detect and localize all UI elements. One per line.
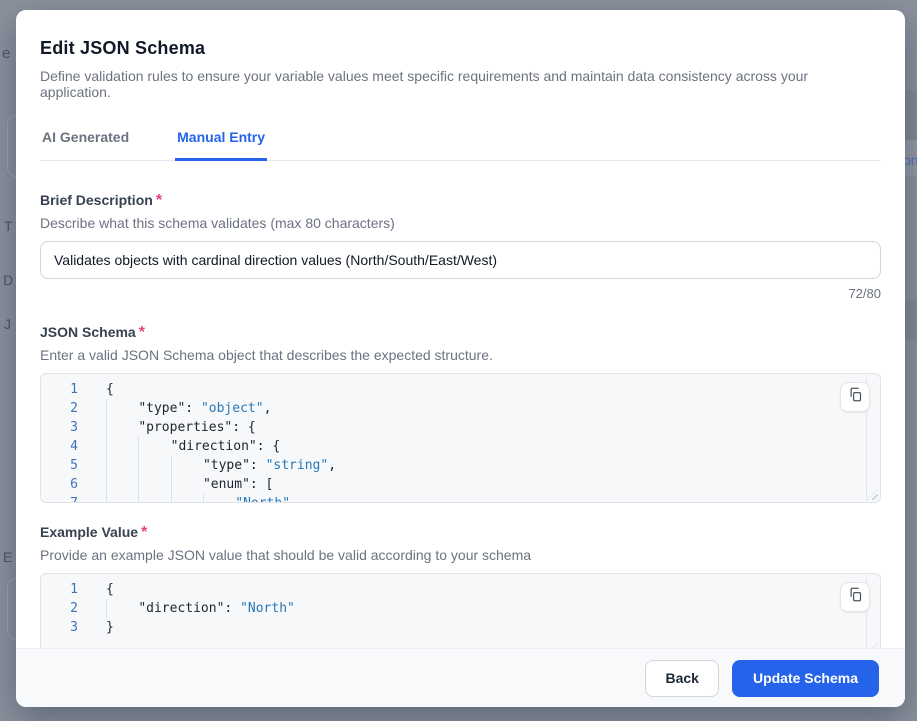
required-asterisk: * <box>141 524 147 541</box>
code-lines: { "direction": "North"} <box>78 580 880 637</box>
backdrop-text-fragment: E <box>3 549 12 565</box>
copy-icon <box>848 387 863 408</box>
required-asterisk: * <box>156 192 162 209</box>
backdrop-text-fragment: e <box>2 45 10 62</box>
backdrop-band <box>903 90 917 140</box>
back-button[interactable]: Back <box>645 660 718 697</box>
brief-description-label: Brief Description <box>40 192 153 208</box>
example-value-code-editor[interactable]: 123 { "direction": "North"} <box>40 573 881 657</box>
line-number-gutter: 1234567 <box>41 380 78 503</box>
json-schema-code-editor[interactable]: 1234567 { "type": "object", "properties"… <box>40 373 881 503</box>
brief-description-field: Brief Description* Describe what this sc… <box>40 192 881 301</box>
backdrop-text-fragment: on <box>903 152 917 168</box>
backdrop-text-fragment: J <box>4 316 11 332</box>
json-schema-label: JSON Schema <box>40 324 136 340</box>
json-schema-helper: Enter a valid JSON Schema object that de… <box>40 347 881 363</box>
backdrop-text-fragment: D <box>3 272 13 288</box>
update-schema-button[interactable]: Update Schema <box>732 660 879 697</box>
backdrop-band <box>903 300 917 340</box>
required-asterisk: * <box>139 324 145 341</box>
copy-icon <box>848 587 863 608</box>
character-counter: 72/80 <box>40 286 881 301</box>
brief-description-input[interactable] <box>40 241 881 279</box>
line-number-gutter: 123 <box>41 580 78 637</box>
code-lines: { "type": "object", "properties": { "dir… <box>78 380 880 503</box>
copy-button[interactable] <box>840 382 870 412</box>
json-schema-field: JSON Schema* Enter a valid JSON Schema o… <box>40 324 881 503</box>
dialog-footer: Back Update Schema <box>16 648 905 707</box>
schema-entry-tabs: AI Generated Manual Entry <box>40 129 881 161</box>
edit-json-schema-dialog: Edit JSON Schema Define validation rules… <box>16 10 905 707</box>
backdrop-text-fragment: T <box>4 218 13 234</box>
tab-manual-entry[interactable]: Manual Entry <box>175 129 267 161</box>
example-value-field: Example Value* Provide an example JSON v… <box>40 524 881 657</box>
copy-button[interactable] <box>840 582 870 612</box>
dialog-subtitle: Define validation rules to ensure your v… <box>40 68 881 100</box>
brief-description-helper: Describe what this schema validates (max… <box>40 215 881 231</box>
example-value-helper: Provide an example JSON value that shoul… <box>40 547 881 563</box>
dialog-title: Edit JSON Schema <box>40 38 881 59</box>
tab-ai-generated[interactable]: AI Generated <box>40 129 131 161</box>
example-value-label: Example Value <box>40 524 138 540</box>
